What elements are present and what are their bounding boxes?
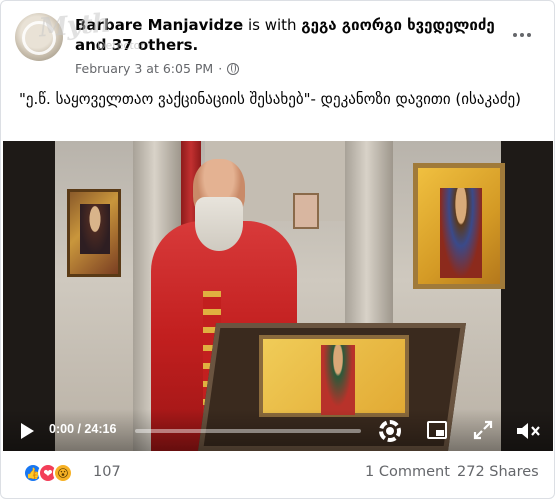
settings-gear-icon[interactable] bbox=[379, 420, 401, 442]
facebook-post-card: Barbare Manjavidze is with გეგა გიორგი ხ… bbox=[0, 0, 555, 499]
reaction-icons[interactable]: 👍 ❤ 😮 bbox=[23, 463, 73, 483]
author-avatar[interactable] bbox=[15, 13, 63, 61]
post-header: Barbare Manjavidze is with გეგა გიორგი ხ… bbox=[75, 15, 505, 55]
avatar-ring bbox=[22, 21, 56, 55]
wow-icon: 😮 bbox=[53, 463, 73, 483]
video-player[interactable]: 0:00 / 24:16 bbox=[3, 141, 553, 451]
shares-count[interactable]: 272 Shares bbox=[457, 464, 539, 480]
priest-beard bbox=[195, 197, 243, 251]
post-meta: February 3 at 6:05 PM · bbox=[75, 61, 240, 76]
scene-small-frame bbox=[293, 193, 319, 229]
post-timestamp[interactable]: February 3 at 6:05 PM bbox=[75, 61, 213, 76]
globe-icon bbox=[227, 62, 240, 75]
author-name[interactable]: Barbare Manjavidze bbox=[75, 16, 243, 34]
video-frame bbox=[55, 141, 505, 451]
reaction-count[interactable]: 107 bbox=[93, 464, 121, 480]
video-controls: 0:00 / 24:16 bbox=[3, 409, 553, 451]
scene-icon-right bbox=[413, 163, 505, 289]
volume-muted-icon[interactable] bbox=[515, 420, 541, 442]
video-progress-bar[interactable] bbox=[135, 429, 361, 433]
comments-count[interactable]: 1 Comment bbox=[365, 464, 450, 480]
pip-icon[interactable] bbox=[427, 421, 447, 439]
post-text: "ე.წ. საყოველთაო ვაქცინაციის შესახებ"- დ… bbox=[19, 90, 522, 108]
more-options-icon[interactable] bbox=[508, 23, 536, 47]
scene-icon-left bbox=[67, 189, 121, 277]
video-time: 0:00 / 24:16 bbox=[49, 422, 117, 436]
with-text: is with bbox=[243, 16, 302, 34]
fullscreen-icon[interactable] bbox=[473, 420, 493, 440]
meta-separator: · bbox=[218, 61, 223, 76]
scene-lectern-icon bbox=[259, 335, 409, 417]
play-icon[interactable] bbox=[21, 423, 34, 439]
